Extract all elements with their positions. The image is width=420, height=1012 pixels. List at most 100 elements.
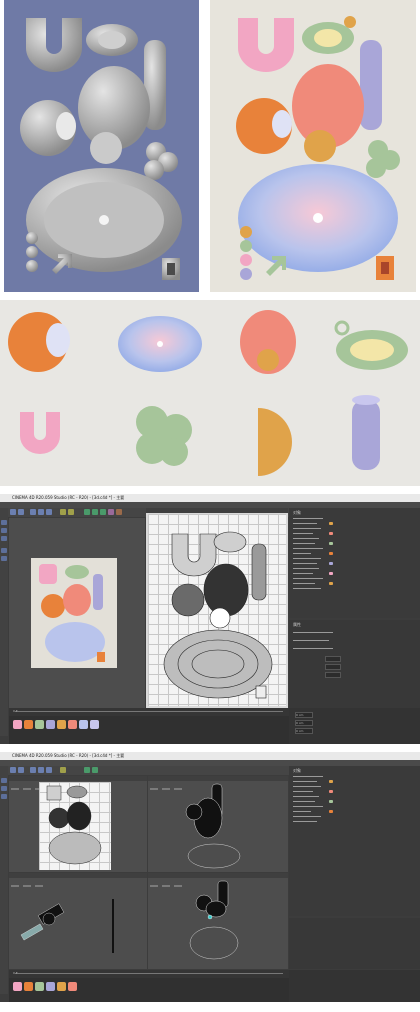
- left-tool-sidebar[interactable]: [0, 508, 8, 736]
- perspective-viewport[interactable]: [146, 508, 288, 708]
- material-swatch[interactable]: [57, 982, 66, 991]
- material-tag-icon[interactable]: [329, 790, 333, 793]
- material-swatch[interactable]: [24, 982, 33, 991]
- attribute-manager[interactable]: [289, 918, 420, 969]
- scale-icon[interactable]: [38, 767, 44, 773]
- cube-icon[interactable]: [84, 509, 90, 515]
- object-row[interactable]: [293, 786, 321, 787]
- points-mode-icon[interactable]: [1, 778, 7, 783]
- picture-viewer[interactable]: [9, 518, 145, 708]
- attribute-manager[interactable]: 属性: [289, 620, 420, 708]
- material-tag-icon[interactable]: [329, 800, 333, 803]
- object-row[interactable]: [293, 816, 321, 817]
- object-row[interactable]: [293, 776, 323, 777]
- scale-icon[interactable]: [38, 509, 44, 515]
- object-row[interactable]: [293, 563, 317, 564]
- object-row[interactable]: [293, 548, 323, 549]
- object-manager[interactable]: 对象: [289, 508, 420, 618]
- timeline[interactable]: 0 F: [9, 970, 289, 978]
- object-row[interactable]: [293, 806, 323, 807]
- polygons-mode-icon[interactable]: [1, 794, 7, 799]
- material-swatch[interactable]: [90, 720, 99, 729]
- object-row[interactable]: [293, 533, 313, 534]
- object-row[interactable]: [293, 568, 319, 569]
- rotate-icon[interactable]: [46, 509, 52, 515]
- material-tag-icon[interactable]: [329, 562, 333, 565]
- top-viewport[interactable]: [148, 776, 288, 872]
- object-row[interactable]: [293, 523, 317, 524]
- material-manager[interactable]: [9, 978, 289, 1002]
- attribute-field[interactable]: [325, 656, 341, 662]
- object-row[interactable]: [293, 528, 321, 529]
- coord-x-field[interactable]: 0 cm: [295, 712, 313, 718]
- material-swatch[interactable]: [13, 720, 22, 729]
- coordinates-panel[interactable]: 0 cm 0 cm 0 cm: [289, 708, 420, 744]
- material-swatch[interactable]: [24, 720, 33, 729]
- material-swatch[interactable]: [35, 982, 44, 991]
- polygons-mode-icon[interactable]: [1, 536, 7, 541]
- material-swatch[interactable]: [46, 720, 55, 729]
- material-tag-icon[interactable]: [329, 572, 333, 575]
- coord-z-field[interactable]: 0 cm: [295, 728, 313, 734]
- attribute-field[interactable]: [325, 672, 341, 678]
- object-manager[interactable]: 对象: [289, 766, 420, 916]
- workplane-icon[interactable]: [1, 556, 7, 561]
- object-row[interactable]: [293, 801, 315, 802]
- redo-icon[interactable]: [18, 767, 24, 773]
- material-tag-icon[interactable]: [329, 532, 333, 535]
- viewport-menu[interactable]: [146, 508, 288, 522]
- snap-icon[interactable]: [1, 548, 7, 553]
- pen-icon[interactable]: [92, 509, 98, 515]
- material-swatch[interactable]: [13, 982, 22, 991]
- right-viewport[interactable]: [9, 873, 147, 969]
- deformer-icon[interactable]: [108, 509, 114, 515]
- object-row[interactable]: [293, 578, 323, 579]
- object-row[interactable]: [293, 543, 315, 544]
- material-swatch[interactable]: [35, 720, 44, 729]
- object-row[interactable]: [293, 518, 323, 519]
- object-row[interactable]: [293, 821, 317, 822]
- material-tag-icon[interactable]: [329, 780, 333, 783]
- render-icon[interactable]: [60, 509, 66, 515]
- object-row[interactable]: [293, 588, 321, 589]
- coordinates-panel[interactable]: [289, 970, 420, 1002]
- subdivision-icon[interactable]: [100, 509, 106, 515]
- rotate-icon[interactable]: [46, 767, 52, 773]
- object-row[interactable]: [293, 781, 317, 782]
- viewport-canvas[interactable]: [148, 514, 286, 706]
- object-row[interactable]: [293, 558, 321, 559]
- cube-icon[interactable]: [84, 767, 90, 773]
- render-settings-icon[interactable]: [68, 509, 74, 515]
- material-tag-icon[interactable]: [329, 810, 333, 813]
- object-row[interactable]: [293, 796, 319, 797]
- undo-icon[interactable]: [10, 767, 16, 773]
- edges-mode-icon[interactable]: [1, 786, 7, 791]
- material-tag-icon[interactable]: [329, 582, 333, 585]
- front-viewport[interactable]: [148, 873, 288, 969]
- object-row[interactable]: [293, 791, 313, 792]
- object-row[interactable]: [293, 811, 311, 812]
- left-tool-sidebar[interactable]: [0, 766, 8, 994]
- redo-icon[interactable]: [18, 509, 24, 515]
- attribute-field[interactable]: [325, 664, 341, 670]
- undo-icon[interactable]: [10, 509, 16, 515]
- object-row[interactable]: [293, 583, 315, 584]
- material-swatch[interactable]: [68, 720, 77, 729]
- material-manager[interactable]: [9, 716, 289, 744]
- material-swatch[interactable]: [57, 720, 66, 729]
- perspective-viewport[interactable]: [9, 776, 147, 872]
- material-swatch[interactable]: [68, 982, 77, 991]
- object-row[interactable]: [293, 553, 311, 554]
- move-icon[interactable]: [30, 509, 36, 515]
- material-tag-icon[interactable]: [329, 522, 333, 525]
- material-tag-icon[interactable]: [329, 542, 333, 545]
- object-row[interactable]: [293, 573, 313, 574]
- move-icon[interactable]: [30, 767, 36, 773]
- material-swatch[interactable]: [46, 982, 55, 991]
- coord-y-field[interactable]: 0 cm: [295, 720, 313, 726]
- material-swatch[interactable]: [79, 720, 88, 729]
- timeline[interactable]: 0 F: [9, 708, 289, 716]
- points-mode-icon[interactable]: [1, 520, 7, 525]
- light-icon[interactable]: [116, 509, 122, 515]
- edges-mode-icon[interactable]: [1, 528, 7, 533]
